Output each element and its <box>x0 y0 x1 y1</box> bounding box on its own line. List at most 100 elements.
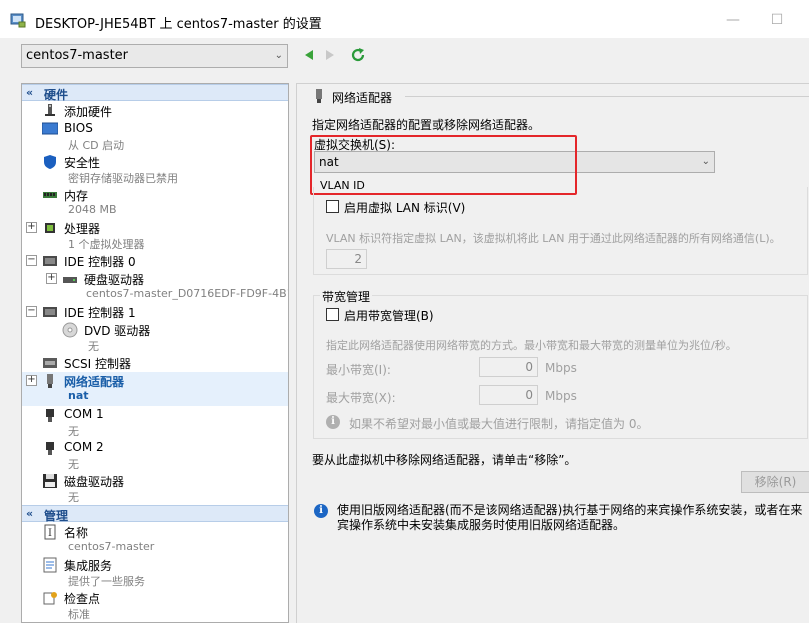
bandwidth-title: 带宽管理 <box>320 288 373 305</box>
checkpoint-icon <box>43 592 57 605</box>
name-icon: I <box>44 524 56 540</box>
collapse-icon: « <box>26 507 34 520</box>
tree-item-processor[interactable]: + 处理器 1 个虚拟处理器 <box>22 219 288 252</box>
tree-item-sub: centos7-master_D0716EDF-FD9F-4B1... <box>86 287 289 300</box>
tree-item-network-adapter[interactable]: + 网络适配器 nat <box>22 372 288 406</box>
tree-item-label: BIOS <box>64 121 93 135</box>
min-bandwidth-input[interactable]: 0 <box>479 357 538 377</box>
panel-description: 指定网络适配器的配置或移除网络适配器。 <box>312 118 541 132</box>
vm-selector-value: centos7-master <box>26 48 129 63</box>
tree-item-label: 网络适配器 <box>64 375 125 389</box>
ide-controller-icon <box>43 256 57 266</box>
minimize-button[interactable]: — <box>718 8 748 32</box>
integration-services-icon <box>43 557 57 573</box>
tree-item-memory[interactable]: 内存 2048 MB <box>22 186 288 219</box>
window-title: DESKTOP-JHE54BT 上 centos7-master 的设置 <box>35 17 322 32</box>
refresh-icon[interactable] <box>350 47 366 63</box>
tree-item-label: 磁盘驱动器 <box>64 475 125 489</box>
enable-vlan-checkbox[interactable] <box>326 200 339 213</box>
network-adapter-icon <box>316 89 322 103</box>
settings-tree: « 硬件 添加硬件 BIOS 从 CD 启动 安全性 密钥存储驱动器已禁用 内存… <box>21 83 289 623</box>
floppy-icon <box>43 474 57 488</box>
tree-item-label: COM 2 <box>64 440 104 454</box>
dvd-icon <box>62 322 78 338</box>
arrow-left-icon[interactable] <box>301 47 317 63</box>
tree-item-label: 硬盘驱动器 <box>84 273 145 287</box>
tree-item-sub: centos7-master <box>68 540 155 553</box>
tree-item-label: 内存 <box>64 189 89 203</box>
tree-item-bios[interactable]: BIOS 从 CD 启动 <box>22 120 288 153</box>
highlight-box <box>310 135 577 195</box>
tree-item-label: IDE 控制器 1 <box>64 306 136 320</box>
max-bandwidth-input[interactable]: 0 <box>479 385 538 405</box>
title-bar: DESKTOP-JHE54BT 上 centos7-master 的设置 — ☐ <box>0 0 809 38</box>
bandwidth-limit-hint: 如果不希望对最小值或最大值进行限制，请指定值为 0。 <box>349 417 649 431</box>
tree-item-checkpoints[interactable]: 检查点 标准 <box>22 589 288 622</box>
tree-item-com1[interactable]: COM 1 无 <box>22 406 288 439</box>
enable-vlan-label: 启用虚拟 LAN 标识(V) <box>344 201 466 215</box>
panel-heading: 网络适配器 <box>332 91 393 105</box>
network-adapter-panel: 网络适配器 指定网络适配器的配置或移除网络适配器。 虚拟交换机(S): nat … <box>296 83 809 623</box>
tree-item-ide-controller-0[interactable]: − IDE 控制器 0 <box>22 252 288 270</box>
com-port-icon <box>46 442 54 455</box>
bios-icon <box>42 122 58 135</box>
tree-item-com2[interactable]: COM 2 无 <box>22 439 288 472</box>
tree-item-sub: 1 个虚拟处理器 <box>68 238 145 251</box>
tree-item-name[interactable]: I 名称 centos7-master <box>22 523 288 556</box>
hardware-section-header[interactable]: « 硬件 <box>22 84 288 102</box>
expand-icon[interactable]: + <box>46 273 57 284</box>
tree-item-scsi-controller[interactable]: SCSI 控制器 <box>22 354 288 372</box>
tree-item-label: 名称 <box>64 526 89 540</box>
tree-item-sub: 2048 MB <box>68 203 117 216</box>
svg-text:I: I <box>48 528 52 539</box>
tree-item-sub: 无 <box>88 340 99 353</box>
tree-item-sub: 提供了一些服务 <box>68 575 145 588</box>
tree-item-label: 集成服务 <box>64 559 113 573</box>
enable-bandwidth-label: 启用带宽管理(B) <box>344 309 434 323</box>
tree-item-integration-services[interactable]: 集成服务 提供了一些服务 <box>22 556 288 589</box>
collapse-icon[interactable]: − <box>26 306 37 317</box>
tree-item-label: DVD 驱动器 <box>84 324 151 338</box>
tree-item-dvd-drive[interactable]: DVD 驱动器 无 <box>22 321 288 354</box>
tree-item-label: 添加硬件 <box>64 105 113 119</box>
tree-item-security[interactable]: 安全性 密钥存储驱动器已禁用 <box>22 153 288 186</box>
memory-icon <box>43 192 57 198</box>
tree-item-label: 处理器 <box>64 222 101 236</box>
bandwidth-description: 指定此网络适配器使用网络带宽的方式。最小带宽和最大带宽的测量单位为兆位/秒。 <box>326 339 737 352</box>
processor-icon <box>45 223 55 233</box>
collapse-icon[interactable]: − <box>26 255 37 266</box>
hyperv-settings-icon <box>10 13 26 28</box>
maximize-button[interactable]: ☐ <box>762 8 792 32</box>
tree-item-add-hardware[interactable]: 添加硬件 <box>22 102 288 120</box>
shield-icon <box>44 155 56 169</box>
tree-item-label: IDE 控制器 0 <box>64 255 136 269</box>
max-bandwidth-unit: Mbps <box>545 389 577 403</box>
tree-item-label: 检查点 <box>64 592 101 606</box>
info-icon: i <box>326 415 340 429</box>
min-bandwidth-unit: Mbps <box>545 361 577 375</box>
arrow-right-icon[interactable] <box>322 47 338 63</box>
network-adapter-icon <box>47 374 53 388</box>
chevron-down-icon: ⌄ <box>274 50 283 61</box>
management-section-header[interactable]: « 管理 <box>22 505 288 523</box>
vm-selector[interactable]: centos7-master ⌄ <box>21 44 288 68</box>
min-bandwidth-label: 最小带宽(I): <box>326 363 391 377</box>
chevron-down-icon: ⌄ <box>701 156 710 167</box>
vlan-id-input[interactable]: 2 <box>326 249 367 269</box>
tree-item-diskette-drive[interactable]: 磁盘驱动器 无 <box>22 472 288 505</box>
expand-icon[interactable]: + <box>26 222 37 233</box>
tree-item-label: SCSI 控制器 <box>64 357 131 371</box>
heading-divider <box>405 96 809 97</box>
tree-item-sub: 无 <box>68 458 79 471</box>
tree-item-hard-drive[interactable]: + 硬盘驱动器 centos7-master_D0716EDF-FD9F-4B1… <box>22 270 288 303</box>
remove-button[interactable]: 移除(R) <box>741 471 809 493</box>
tree-item-label: COM 1 <box>64 407 104 421</box>
expand-icon[interactable]: + <box>26 375 37 386</box>
tree-item-sub: 无 <box>68 491 79 504</box>
com-port-icon <box>46 409 54 422</box>
remove-description: 要从此虚拟机中移除网络适配器，请单击“移除”。 <box>312 453 577 467</box>
tree-item-ide-controller-1[interactable]: − IDE 控制器 1 <box>22 303 288 321</box>
enable-bandwidth-checkbox[interactable] <box>326 308 339 321</box>
tree-item-sub: 从 CD 启动 <box>68 139 125 152</box>
management-section-label: 管理 <box>44 509 69 523</box>
